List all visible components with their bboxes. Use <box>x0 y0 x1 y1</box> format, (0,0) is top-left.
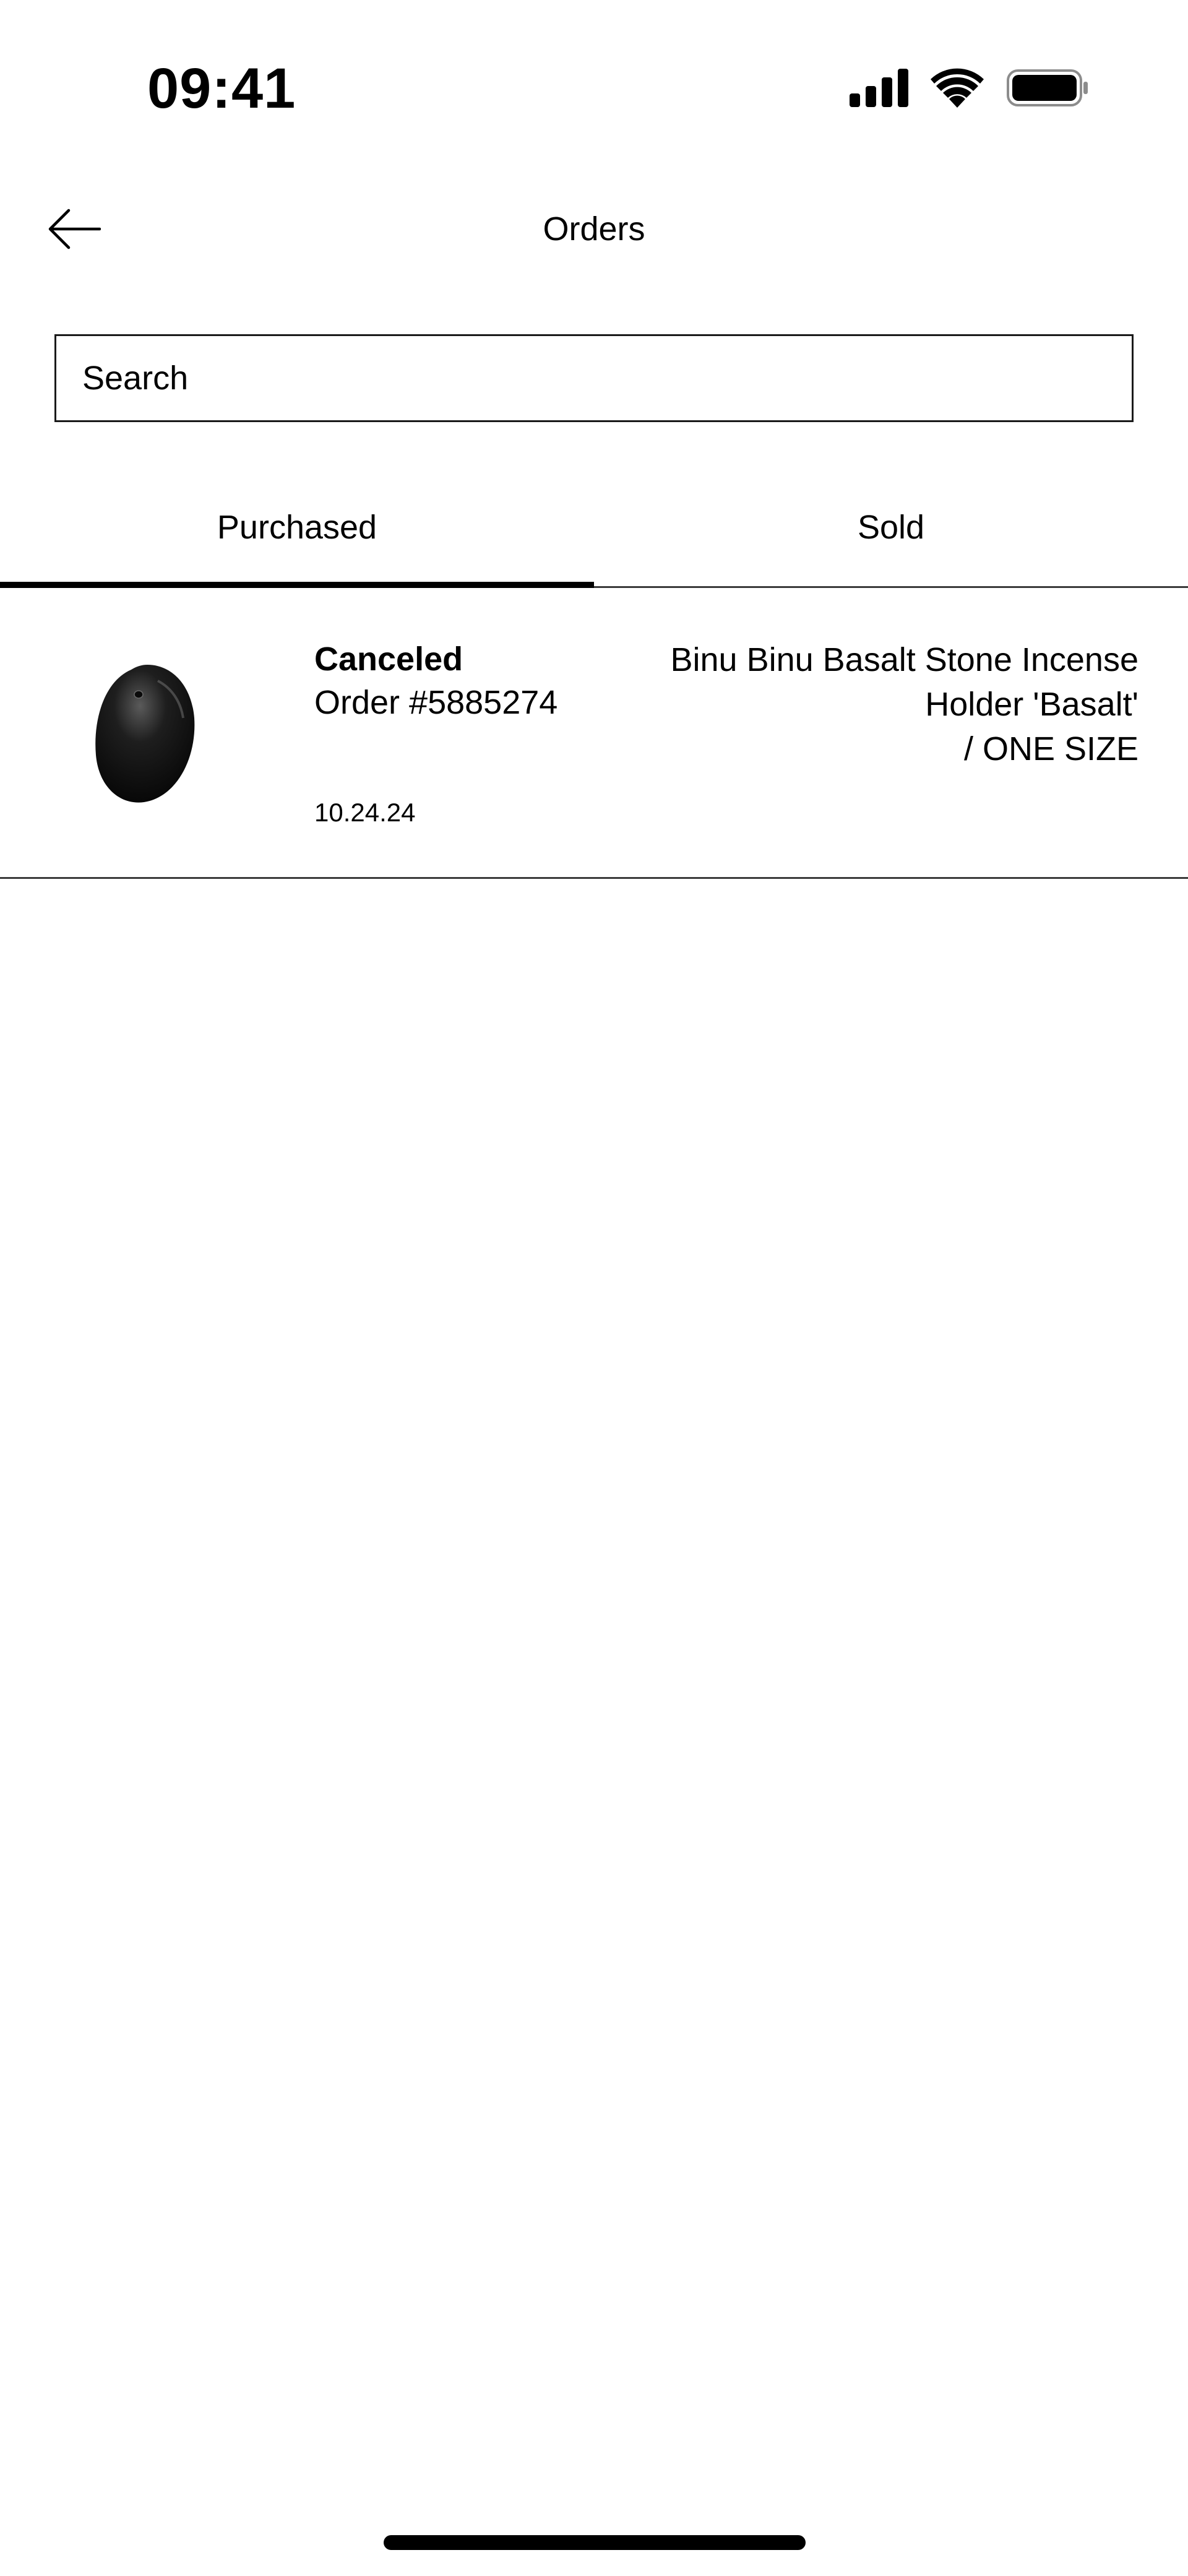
nav-bar: Orders <box>0 186 1188 272</box>
tab-purchased[interactable]: Purchased <box>0 483 594 588</box>
order-number: Order #5885274 <box>314 684 558 721</box>
order-date: 10.24.24 <box>314 798 416 827</box>
battery-icon <box>1007 69 1088 106</box>
signal-icon <box>850 69 908 107</box>
order-list-item[interactable]: Canceled Order #5885274 10.24.24 Binu Bi… <box>0 588 1188 879</box>
wifi-icon <box>931 68 984 108</box>
search-input[interactable] <box>54 334 1134 422</box>
order-tabs: Purchased Sold <box>0 483 1188 588</box>
tab-sold[interactable]: Sold <box>594 483 1188 586</box>
home-indicator[interactable] <box>384 2535 806 2550</box>
product-image <box>95 665 195 803</box>
status-bar: 09:41 <box>0 0 1188 173</box>
search-bar <box>54 334 1134 422</box>
status-time: 09:41 <box>147 57 296 120</box>
order-status: Canceled <box>314 641 463 678</box>
page-title: Orders <box>543 210 645 248</box>
status-icons <box>850 64 1089 111</box>
product-name: Binu Binu Basalt Stone Incense Holder 'B… <box>670 641 1138 723</box>
product-size: / ONE SIZE <box>963 730 1138 767</box>
